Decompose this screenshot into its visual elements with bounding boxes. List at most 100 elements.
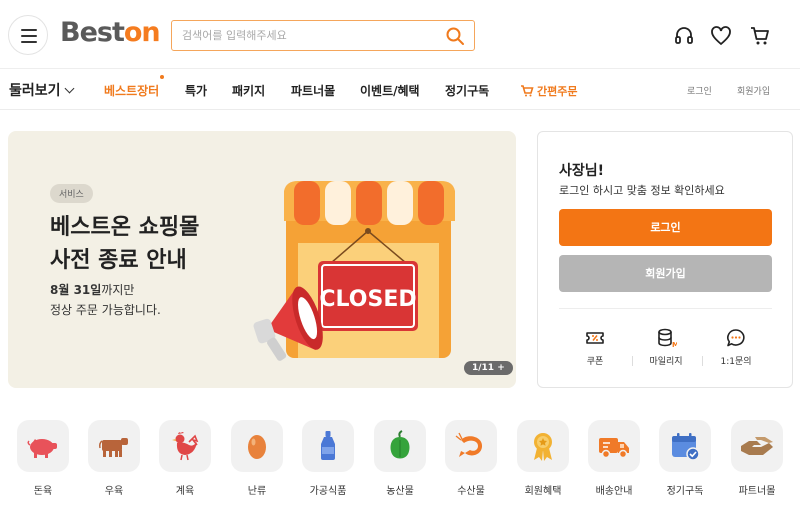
category-tile: [445, 420, 497, 472]
nav-item-package[interactable]: 패키지: [232, 82, 265, 99]
quick-cart-icon: [521, 85, 534, 97]
chicken-icon: [172, 432, 199, 461]
greeting-title: 사장님!: [559, 163, 605, 179]
category-delivery[interactable]: 배송안내: [584, 420, 644, 497]
menu-button[interactable]: [8, 15, 48, 55]
coupon-icon: [586, 332, 604, 344]
category-beef[interactable]: 우육: [84, 420, 144, 497]
menu-bar: [21, 35, 37, 37]
banner-subtitle: 8월 31일까지만 정상 주문 가능합니다.: [50, 280, 161, 320]
slide-counter[interactable]: 1/11 +: [464, 361, 513, 375]
shrimp-icon: [455, 432, 483, 457]
sauce-bottle-icon: [321, 431, 335, 460]
calendar-icon: [672, 433, 700, 461]
category-label: 파트너몰: [738, 486, 776, 497]
banner-title-line1: 베스트온 쇼핑몰: [50, 215, 200, 240]
category-tile: [17, 420, 69, 472]
category-tile: [517, 420, 569, 472]
category-label: 가공식품: [309, 486, 347, 497]
shortcut-label: 1:1문의: [720, 357, 752, 367]
shortcut-mileage[interactable]: M 마일리지: [636, 327, 696, 367]
category-label: 난류: [247, 486, 267, 497]
separator: [632, 356, 633, 366]
category-label: 계육: [175, 486, 195, 497]
menu-bar: [21, 41, 37, 43]
site-header: Beston: [0, 0, 800, 70]
signup-link[interactable]: 회원가입: [737, 84, 770, 97]
shortcut-label: 쿠폰: [586, 357, 604, 367]
login-button[interactable]: 로그인: [559, 209, 772, 246]
category-partner-mall[interactable]: 파트너몰: [727, 420, 787, 497]
category-eggs[interactable]: 난류: [227, 420, 287, 497]
banner-badge: 서비스: [50, 184, 93, 203]
search-icon[interactable]: [445, 26, 465, 46]
closed-sign-text: CLOSED: [319, 287, 416, 312]
shortcut-inquiry[interactable]: 1:1문의: [706, 327, 766, 367]
quick-order-link[interactable]: 간편주문: [520, 83, 577, 99]
logo-accent: on: [123, 17, 161, 48]
medal-icon: [534, 433, 552, 461]
mileage-icon: M: [658, 328, 677, 349]
search-input[interactable]: [182, 26, 432, 45]
panel-divider: [559, 308, 772, 309]
pig-icon: [27, 439, 57, 458]
headset-icon[interactable]: [673, 25, 695, 47]
category-label: 돈육: [33, 486, 53, 497]
category-label: 배송안내: [595, 486, 633, 497]
menu-bar: [21, 29, 37, 31]
category-benefits[interactable]: 회원혜택: [513, 420, 573, 497]
separator: [702, 356, 703, 366]
category-pork[interactable]: 돈육: [13, 420, 73, 497]
chevron-down-icon: [64, 83, 74, 94]
banner-sub-rest: 까지만: [101, 283, 135, 297]
category-tile: [731, 420, 783, 472]
login-link[interactable]: 로그인: [687, 84, 712, 97]
promo-banner[interactable]: 서비스 베스트온 쇼핑몰 사전 종료 안내 8월 31일까지만 정상 주문 가능…: [8, 131, 516, 388]
banner-title-line2: 사전 종료 안내: [50, 248, 187, 273]
chat-icon: [727, 329, 745, 347]
main-nav: 둘러보기 베스트장터 특가 패키지 파트너몰 이벤트/혜택 정기구독 간편주문 …: [0, 68, 800, 110]
new-dot: [160, 75, 164, 79]
category-produce[interactable]: 농산물: [370, 420, 430, 497]
category-subscription[interactable]: 정기구독: [655, 420, 715, 497]
pepper-icon: [390, 430, 410, 459]
browse-menu[interactable]: 둘러보기: [9, 80, 74, 100]
shortcut-label: 마일리지: [649, 357, 683, 367]
quick-order-label: 간편주문: [537, 85, 578, 98]
category-seafood[interactable]: 수산물: [441, 420, 501, 497]
nav-item-subscription[interactable]: 정기구독: [445, 82, 489, 99]
nav-item-events[interactable]: 이벤트/혜택: [360, 82, 420, 99]
cart-icon[interactable]: [749, 25, 771, 47]
category-tile: [159, 420, 211, 472]
category-tile: [659, 420, 711, 472]
category-tile: [231, 420, 283, 472]
category-label: 농산물: [386, 486, 414, 497]
truck-icon: [599, 438, 629, 459]
heart-icon[interactable]: [710, 25, 732, 47]
category-label: 수산물: [457, 486, 485, 497]
closed-store-illustration: CLOSED: [253, 181, 455, 361]
egg-icon: [248, 435, 266, 459]
shortcut-coupon[interactable]: 쿠폰: [565, 327, 625, 367]
signup-button[interactable]: 회원가입: [559, 255, 772, 292]
handshake-icon: [741, 437, 773, 455]
svg-text:M: M: [672, 341, 677, 349]
search-box: [171, 20, 475, 51]
category-tile: [302, 420, 354, 472]
category-tile: [374, 420, 426, 472]
site-logo[interactable]: Beston: [60, 17, 161, 48]
login-panel: 사장님! 로그인 하시고 맞춤 정보 확인하세요 로그인 회원가입 쿠폰 M 마…: [537, 131, 793, 388]
banner-sub-line2: 정상 주문 가능합니다.: [50, 303, 161, 317]
nav-item-partner-mall[interactable]: 파트너몰: [291, 82, 335, 99]
category-chicken[interactable]: 계육: [155, 420, 215, 497]
nav-item-best-market[interactable]: 베스트장터: [104, 82, 159, 99]
banner-date: 8월 31일: [50, 283, 102, 297]
category-label: 우육: [104, 486, 124, 497]
category-label: 회원혜택: [524, 486, 562, 497]
banner-title: 베스트온 쇼핑몰 사전 종료 안내: [50, 211, 199, 277]
cow-icon: [99, 438, 128, 457]
category-processed[interactable]: 가공식품: [298, 420, 358, 497]
nav-item-special[interactable]: 특가: [185, 82, 207, 99]
category-label: 정기구독: [666, 486, 704, 497]
logo-text: Best: [60, 17, 125, 48]
